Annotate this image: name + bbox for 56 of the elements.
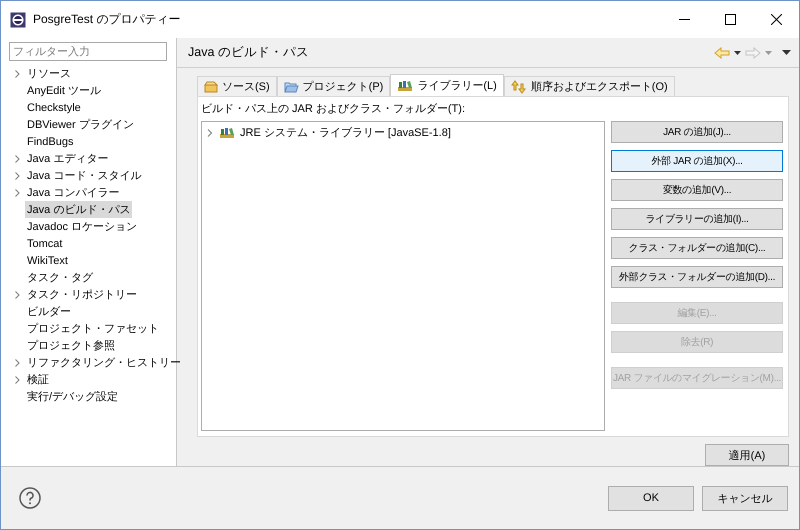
list-label: ビルド・パス上の JAR およびクラス・フォルダー(T): — [201, 102, 466, 116]
sidebar-item[interactable]: リファクタリング・ヒストリー — [25, 354, 183, 371]
tab[interactable]: ライブラリー(L) — [390, 74, 504, 96]
sidebar-item[interactable]: リソース — [25, 65, 73, 82]
filter-field[interactable]: フィルター入力 — [9, 42, 167, 61]
sidebar-item[interactable]: Java コンパイラー — [25, 184, 122, 201]
chevron-icon[interactable] — [14, 172, 20, 180]
sidebar-item[interactable]: ビルダー — [25, 303, 73, 320]
apply-button[interactable]: 適用(A) — [705, 444, 789, 466]
sidebar-item[interactable]: Tomcat — [25, 236, 64, 250]
sidebar-item[interactable]: Java コード・スタイル — [25, 167, 144, 184]
sidebar-item[interactable]: Checkstyle — [25, 100, 83, 114]
eclipse-icon — [10, 12, 26, 28]
sidebar-item[interactable]: WikiText — [25, 254, 70, 268]
sidebar-item[interactable]: Java エディター — [25, 150, 110, 167]
tab[interactable]: 順序およびエクスポート(O) — [504, 76, 675, 96]
sidebar-item[interactable]: プロジェクト・ファセット — [25, 320, 161, 337]
sidebar-item[interactable]: タスク・タグ — [25, 269, 95, 286]
sidebar-item[interactable]: タスク・リポジトリー — [25, 286, 139, 303]
library-icon — [397, 78, 414, 92]
package-icon — [204, 80, 218, 92]
menu-icon[interactable] — [782, 50, 791, 55]
page-title: Java のビルド・パス — [188, 44, 310, 61]
chevron-icon[interactable] — [14, 188, 20, 196]
sidebar-item[interactable]: 検証 — [25, 371, 51, 388]
sidebar-item[interactable]: 実行/デバッグ設定 — [25, 388, 120, 405]
action-button[interactable]: 変数の追加(V)... — [611, 179, 783, 201]
chevron-icon[interactable] — [14, 376, 20, 384]
sidebar-item[interactable]: プロジェクト参照 — [25, 337, 117, 354]
chevron-icon[interactable] — [14, 358, 20, 366]
sidebar-item[interactable]: Javadoc ロケーション — [25, 218, 140, 235]
folder-icon — [284, 80, 299, 92]
help-icon[interactable] — [19, 487, 41, 509]
dialog-button[interactable]: キャンセル — [702, 486, 788, 510]
tree-item[interactable]: JRE システム・ライブラリー [JavaSE-1.8] — [240, 125, 451, 140]
tab[interactable]: ソース(S) — [197, 76, 277, 96]
dialog-button[interactable]: OK — [608, 486, 694, 510]
sidebar-item[interactable]: FindBugs — [25, 134, 76, 148]
action-button[interactable]: 外部クラス・フォルダーの追加(D)... — [611, 266, 783, 288]
action-button[interactable]: ライブラリーの追加(I)... — [611, 208, 783, 230]
sidebar-item[interactable]: Java のビルド・パス — [25, 201, 132, 218]
action-button[interactable]: 外部 JAR の追加(X)... — [611, 150, 783, 172]
dropdown-icon[interactable] — [734, 50, 741, 54]
action-button[interactable]: JAR の追加(J)... — [611, 121, 783, 143]
window-title: PosgreTest のプロパティー — [33, 11, 182, 28]
sidebar-item[interactable]: DBViewer プラグイン — [25, 116, 136, 133]
up-down-arrows-icon — [510, 80, 527, 94]
build-path-list[interactable]: JRE システム・ライブラリー [JavaSE-1.8] — [201, 121, 605, 431]
library-icon — [219, 126, 235, 140]
chevron-icon[interactable] — [14, 70, 20, 78]
chevron-icon[interactable] — [14, 154, 20, 162]
tab[interactable]: プロジェクト(P) — [276, 76, 390, 96]
chevron-icon[interactable] — [206, 128, 214, 136]
action-button[interactable]: クラス・フォルダーの追加(C)... — [611, 237, 783, 259]
sidebar-item[interactable]: AnyEdit ツール — [25, 82, 103, 99]
chevron-icon[interactable] — [14, 290, 20, 298]
